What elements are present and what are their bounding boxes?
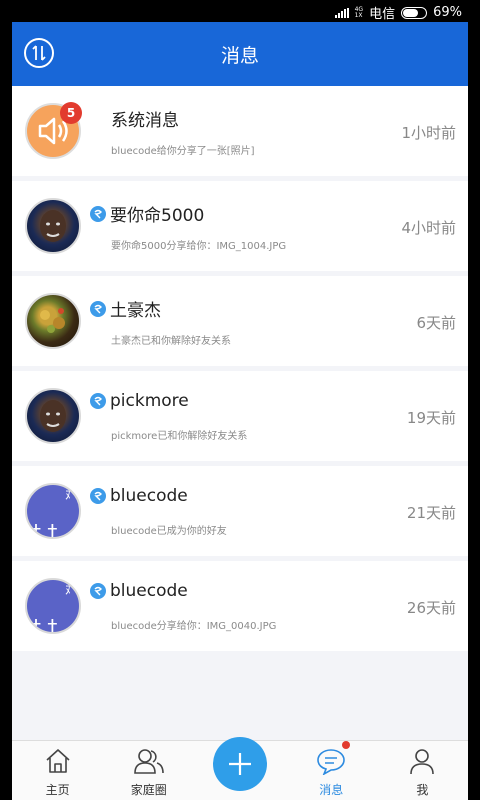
verified-icon [90, 393, 106, 409]
contact-name: pickmore [110, 391, 189, 411]
message-list: 5 系统消息 bluecode给你分享了一张[照片] 1小时前 要你命5000 … [12, 86, 468, 656]
message-time: 26天前 [406, 599, 456, 617]
home-icon [46, 749, 70, 773]
tab-label: 家庭圈 [130, 783, 167, 797]
tab-messages[interactable]: 消息 [286, 741, 377, 800]
user-icon [410, 749, 435, 775]
default-avatar: † † ﾇ [25, 483, 81, 539]
message-preview: 土豪杰已和你解除好友关系 [111, 336, 231, 347]
contact-name: 系统消息 [111, 111, 179, 131]
plus-icon [229, 753, 251, 775]
verified-icon [90, 488, 106, 504]
message-time: 19天前 [406, 409, 456, 427]
contact-name: 土豪杰 [110, 301, 161, 321]
list-item[interactable]: 5 系统消息 bluecode给你分享了一张[照片] 1小时前 [12, 86, 468, 176]
face-photo [25, 198, 81, 254]
tab-home[interactable]: 主页 [12, 741, 103, 800]
message-time: 4小时前 [401, 219, 456, 237]
verified-icon [90, 300, 106, 317]
contact-name: bluecode [110, 581, 188, 601]
bottom-nav: 主页 家庭圈 消息 我 [12, 737, 468, 800]
unread-badge: 5 [60, 102, 82, 124]
message-time: 6天前 [416, 314, 456, 332]
message-preview: 要你命5000分享给你：IMG_1004.JPG [111, 241, 287, 252]
message-preview: bluecode分享给你：IMG_0040.JPG [111, 621, 277, 632]
page-title: 消息 [220, 44, 259, 67]
message-preview: bluecode已成为你的好友 [111, 526, 227, 537]
tab-family[interactable]: 家庭圈 [103, 741, 194, 800]
list-item[interactable]: † † ﾇ bluecode bluecode分享给你：IMG_0040.JPG … [12, 561, 468, 651]
tab-label: 消息 [319, 783, 344, 797]
message-time: 1小时前 [401, 124, 456, 142]
default-avatar: † † ﾇ [25, 578, 81, 634]
message-time: 21天前 [406, 504, 456, 522]
signal-icon [334, 7, 349, 18]
list-item[interactable]: pickmore pickmore已和你解除好友关系 19天前 [12, 371, 468, 461]
food-photo [25, 293, 81, 349]
svg-text:ﾇ: ﾇ [65, 583, 71, 597]
verified-icon [90, 583, 106, 599]
message-preview: bluecode给你分享了一张[照片] [111, 146, 255, 157]
app-header: 消息 [12, 22, 468, 86]
list-item[interactable]: 土豪杰 土豪杰已和你解除好友关系 6天前 [12, 276, 468, 366]
message-preview: pickmore已和你解除好友关系 [111, 431, 248, 442]
tab-label: 主页 [45, 783, 70, 797]
svg-text:† †: † † [31, 520, 57, 537]
swap-icon[interactable] [24, 38, 54, 68]
contact-name: bluecode [110, 486, 188, 506]
list-item[interactable]: † † ﾇ bluecode bluecode已成为你的好友 21天前 [12, 466, 468, 556]
contact-name: 要你命5000 [110, 206, 205, 226]
list-item[interactable]: 要你命5000 要你命5000分享给你：IMG_1004.JPG 4小时前 [12, 181, 468, 271]
network-type: 4G 1X [354, 5, 364, 19]
tab-me[interactable]: 我 [377, 741, 468, 800]
add-button[interactable] [213, 737, 267, 791]
status-bar: 4G 1X 电信 69% [0, 0, 480, 22]
svg-text:† †: † † [31, 615, 57, 632]
app-screen: 消息 5 系统消息 bluecode给你分享了一张[照片] 1小时前 要你命50… [12, 0, 468, 800]
battery-label: 69% [433, 5, 462, 20]
verified-icon [90, 205, 106, 222]
carrier-label: 电信 [369, 7, 396, 22]
tab-label: 我 [416, 783, 429, 797]
face-photo [25, 388, 81, 444]
chat-icon [317, 749, 346, 775]
family-icon [133, 749, 164, 774]
battery-icon [401, 6, 428, 19]
notification-dot [342, 741, 350, 749]
svg-text:ﾇ: ﾇ [65, 488, 71, 502]
